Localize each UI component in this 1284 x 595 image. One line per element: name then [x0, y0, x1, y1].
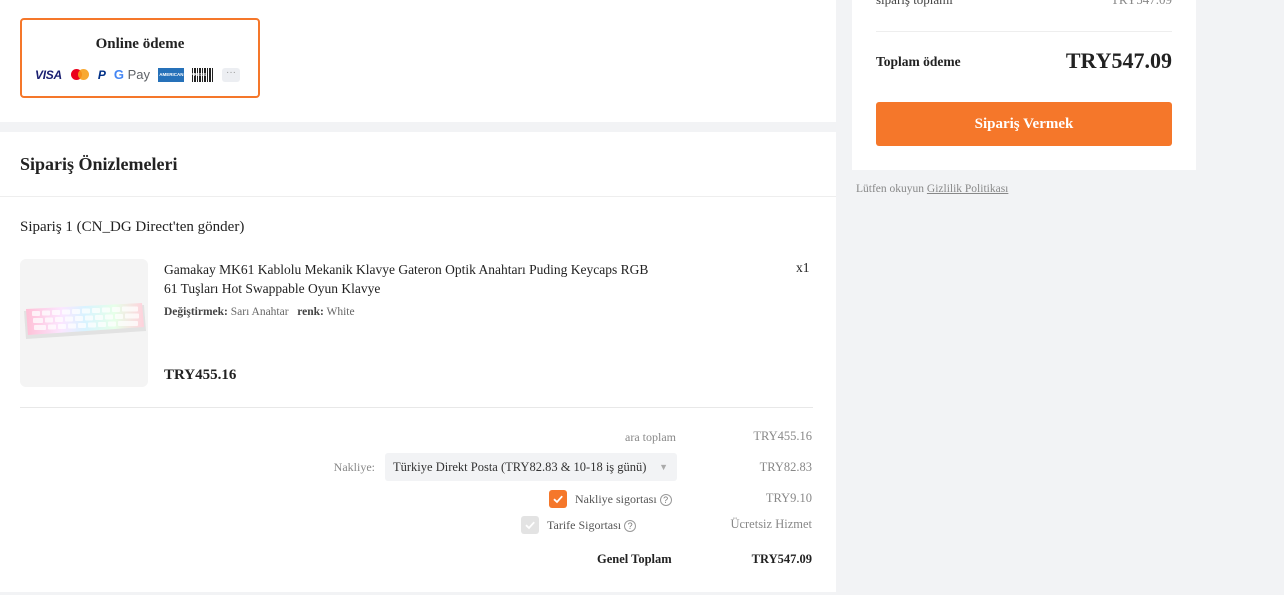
paypal-icon: P — [97, 67, 106, 82]
amex-icon: AMERICAN EXPRESS — [157, 67, 207, 82]
payment-logos: VISA P G Pay AMERICAN EXPRESS ··· — [35, 67, 240, 82]
payment-section: Online ödeme VISA P G Pay AMERICAN EXPRE… — [0, 0, 836, 122]
attr-color-value: White — [326, 306, 355, 318]
tariff-insurance-value: Ücretsiz Hizmet — [730, 517, 812, 531]
tariff-insurance-label: Tarife Sigortası? — [547, 518, 637, 533]
shipping-insurance-checkbox[interactable] — [549, 490, 567, 508]
tariff-insurance-checkbox — [521, 516, 539, 534]
shipping-insurance-value: TRY9.10 — [765, 491, 812, 505]
order-heading: Sipariş 1 (CN_DG Direct'ten gönder) — [20, 219, 245, 235]
product-title-link[interactable]: Gamakay MK61 Kablolu Mekanik Klavye Gate… — [164, 260, 664, 298]
order-summary-card: sipariş toplamı TRY547.09 Toplam ödeme T… — [852, 0, 1196, 170]
attr-switch-label: Değiştirmek: — [164, 306, 228, 318]
order-subtotal-label: sipariş toplamı — [876, 0, 953, 8]
shipping-insurance-label: Nakliye sigortası? — [575, 492, 672, 507]
shipping-insurance-text: Nakliye sigortası — [575, 492, 657, 506]
product-price: TRY455.16 — [164, 367, 237, 383]
chevron-down-icon: ▼ — [659, 462, 668, 472]
help-icon[interactable]: ? — [659, 494, 672, 506]
privacy-policy-link[interactable]: Gizlilik Politikası — [927, 183, 1008, 195]
order-subtotal-value: TRY547.09 — [1111, 0, 1172, 8]
divider — [20, 407, 813, 408]
shipping-value: TRY82.83 — [759, 460, 812, 474]
mastercard-icon — [70, 68, 90, 82]
google-pay-text: Pay — [127, 67, 150, 82]
product-image[interactable] — [20, 259, 148, 387]
attr-color-label: renk: — [297, 306, 324, 318]
attr-switch-value: Sarı Anahtar — [230, 306, 289, 318]
divider — [876, 31, 1172, 32]
subtotal-label: ara toplam — [625, 430, 676, 444]
amex-text: AMERICAN EXPRESS — [159, 71, 207, 78]
divider — [0, 196, 836, 197]
place-order-button[interactable]: Sipariş Vermek — [876, 102, 1172, 146]
privacy-prefix: Lütfen okuyun — [856, 183, 925, 195]
privacy-notice: Lütfen okuyun Gizlilik Politikası — [856, 183, 1008, 195]
visa-icon: VISA — [35, 67, 62, 82]
check-icon — [553, 495, 563, 504]
tariff-insurance-text: Tarife Sigortası — [547, 518, 622, 532]
section-title: Sipariş Önizlemeleri — [20, 154, 178, 174]
help-icon[interactable]: ? — [624, 520, 637, 532]
total-payment-value: TRY547.09 — [1065, 48, 1172, 73]
shipping-label: Nakliye: — [333, 460, 375, 474]
online-payment-title: Online ödeme — [95, 36, 185, 52]
product-quantity: x1 — [796, 260, 810, 275]
product-attributes: Değiştirmek: Sarı Anahtar renk: White — [164, 306, 355, 318]
more-payment-methods-icon[interactable]: ··· — [221, 67, 240, 82]
grand-total-label: Genel Toplam — [597, 552, 672, 566]
total-payment-label: Toplam ödeme — [876, 54, 961, 69]
shipping-method-value: Türkiye Direkt Posta (TRY82.83 & 10-18 i… — [393, 460, 647, 474]
subtotal-value: TRY455.16 — [753, 429, 812, 443]
google-pay-g: G — [113, 67, 124, 82]
online-payment-option[interactable]: Online ödeme VISA P G Pay AMERICAN EXPRE… — [20, 18, 260, 98]
google-pay-icon: G Pay — [114, 67, 150, 82]
order-preview-section: Sipariş Önizlemeleri Sipariş 1 (CN_DG Di… — [0, 132, 836, 592]
grand-total-value: TRY547.09 — [751, 552, 812, 566]
shipping-method-select[interactable]: Türkiye Direkt Posta (TRY82.83 & 10-18 i… — [385, 453, 677, 481]
check-icon — [525, 521, 535, 530]
